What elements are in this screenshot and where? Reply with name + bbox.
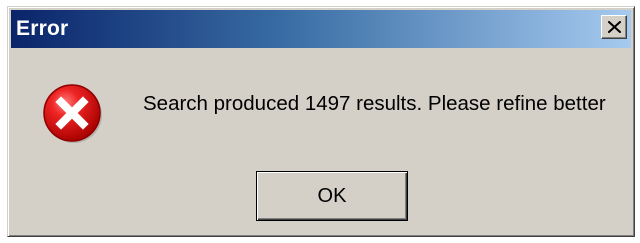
close-button[interactable] xyxy=(601,15,627,39)
error-message: Search produced 1497 results. Please ref… xyxy=(143,92,606,115)
error-icon xyxy=(43,84,102,143)
title-bar[interactable]: Error xyxy=(11,10,631,48)
ok-button[interactable]: OK xyxy=(256,171,408,221)
ok-button-label: OK xyxy=(317,185,347,207)
dialog-title: Error xyxy=(16,17,69,40)
error-dialog: Error Search produced 1497 results. Plea… xyxy=(7,6,635,237)
close-icon xyxy=(608,21,621,33)
